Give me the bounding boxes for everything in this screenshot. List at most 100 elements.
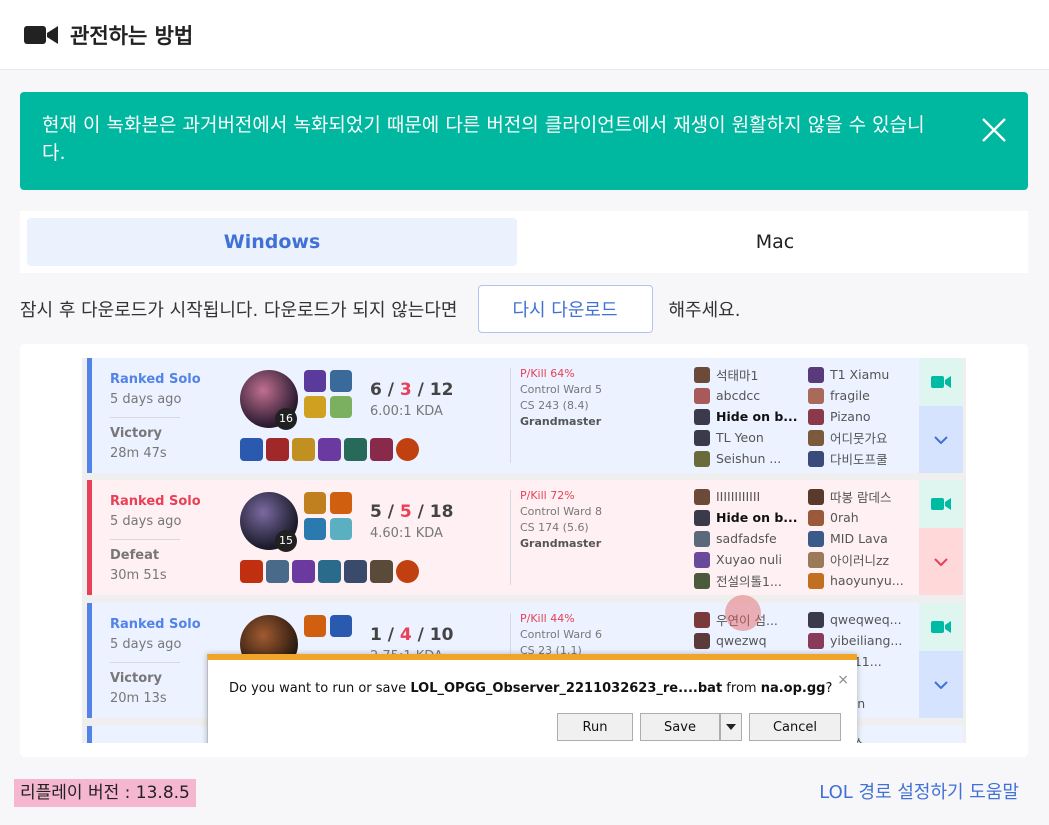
item-icon <box>292 438 315 461</box>
participant: 따봉 람데스 <box>808 486 918 507</box>
dialog-close-icon[interactable]: × <box>837 672 849 688</box>
match-queue: Ranked Solo <box>110 617 201 632</box>
item-icon <box>266 560 289 583</box>
creep-score: CS 243 (8.4) <box>520 399 589 412</box>
kill-participation: P/Kill 44% <box>520 612 575 625</box>
lol-path-help-link[interactable]: LOL 경로 설정하기 도움말 <box>819 779 1019 807</box>
control-wards: Control Ward 8 <box>520 505 602 518</box>
notice-text: 잠시 후 다운로드가 시작됩니다. 다운로드가 되지 않는다면 <box>20 300 458 321</box>
expand-button[interactable] <box>919 406 963 473</box>
guide-screenshot: Ranked Solo 5 days ago Victory 28m 47s 1… <box>82 358 966 743</box>
participant: TL Yeon <box>694 427 804 448</box>
version-warning-alert: 현재 이 녹화본은 과거버전에서 녹화되었기 때문에 다른 버전의 클라이언트에… <box>20 92 1028 190</box>
participant: qweqweq... <box>808 609 918 630</box>
download-prompt-message: Do you want to run or save LOL_OPGG_Obse… <box>229 681 833 696</box>
redownload-button[interactable]: 다시 다운로드 <box>477 285 653 333</box>
tab-mac[interactable]: Mac <box>530 218 1020 266</box>
modal-header: 관전하는 방법 <box>0 0 1049 70</box>
divider <box>110 417 180 418</box>
watch-replay-button[interactable] <box>919 358 963 406</box>
control-wards: Control Ward 5 <box>520 383 602 396</box>
divider <box>510 490 511 585</box>
item-icon <box>292 560 315 583</box>
match-kda: 5 / 5 / 18 <box>370 502 454 522</box>
watch-replay-button[interactable] <box>919 480 963 528</box>
match-ago: 5 days ago <box>110 392 182 407</box>
match-result: Victory <box>110 671 163 686</box>
average-tier: Grandmaster <box>520 415 602 428</box>
item-icon <box>266 438 289 461</box>
download-notice: 잠시 후 다운로드가 시작됩니다. 다운로드가 되지 않는다면 다시 다운로드 … <box>20 285 740 333</box>
spell-icon <box>330 615 352 637</box>
expand-button[interactable] <box>919 528 963 595</box>
item-icon <box>240 560 263 583</box>
match-ago: 5 days ago <box>110 514 182 529</box>
match-row: Ranked Solo 5 days ago Victory 28m 47s 1… <box>87 358 963 473</box>
chevron-down-icon <box>934 680 948 689</box>
average-tier: Grandmaster <box>520 537 602 550</box>
match-queue: Ranked Solo <box>110 372 201 387</box>
item-icon <box>344 560 367 583</box>
match-result: Victory <box>110 426 163 441</box>
participant: 어디뭇가요 <box>808 427 918 448</box>
participant: Xuyao nuli <box>694 549 804 570</box>
item-build <box>240 560 419 584</box>
spell-icon <box>304 370 326 392</box>
participant: 0rah <box>808 507 918 528</box>
cancel-button[interactable]: Cancel <box>749 713 841 741</box>
divider <box>510 368 511 463</box>
video-camera-icon <box>931 498 951 510</box>
spell-icon <box>330 518 352 540</box>
expand-button[interactable] <box>919 651 963 718</box>
run-button[interactable]: Run <box>557 713 633 741</box>
spell-icon <box>304 396 326 418</box>
match-ago: 5 days ago <box>110 637 182 652</box>
spell-icon <box>304 518 326 540</box>
video-camera-icon <box>24 25 58 44</box>
item-icon <box>344 438 367 461</box>
kill-participation: P/Kill 64% <box>520 367 575 380</box>
item-icon <box>370 438 393 461</box>
chevron-down-icon <box>934 557 948 566</box>
guide-preview: Ranked Solo 5 days ago Victory 28m 47s 1… <box>20 344 1028 757</box>
participant: 다비도프쿨 <box>808 448 918 469</box>
item-icon <box>318 560 341 583</box>
click-indicator <box>725 595 761 631</box>
spell-icon <box>304 492 326 514</box>
os-tabs: Windows Mac <box>20 211 1028 273</box>
notice-suffix: 해주세요. <box>668 300 741 321</box>
match-kda: 1 / 4 / 10 <box>370 625 454 645</box>
team-red: T1 Xiamu fragile Pizano 어디뭇가요 다비도프쿨 <box>808 364 918 469</box>
item-icon <box>318 438 341 461</box>
alert-message: 현재 이 녹화본은 과거버전에서 녹화되었기 때문에 다른 버전의 클라이언트에… <box>42 114 925 164</box>
caret-down-icon <box>726 724 736 730</box>
video-camera-icon <box>931 621 951 633</box>
participant: yibeiliang... <box>808 630 918 651</box>
participant: fragile <box>808 385 918 406</box>
participant: abcdcc <box>694 385 804 406</box>
item-icon <box>370 560 393 583</box>
match-result: Defeat <box>110 548 160 563</box>
divider <box>110 662 180 663</box>
spell-icon <box>330 492 352 514</box>
item-icon <box>396 438 419 461</box>
spell-icon <box>330 370 352 392</box>
team-red: 따봉 람데스 0rah MID Lava 아이러니zz haoyunyu... <box>808 486 918 591</box>
save-options-button[interactable] <box>720 713 742 741</box>
match-duration: 30m 51s <box>110 568 167 583</box>
chevron-down-icon <box>934 435 948 444</box>
creep-score: CS 174 (5.6) <box>520 521 589 534</box>
champion-level: 15 <box>275 530 297 552</box>
close-icon[interactable] <box>980 116 1008 144</box>
participant: qwezwq <box>694 630 804 651</box>
team-blue: IIIIIIIIIIII Hide on b... sadfadsfe Xuya… <box>694 486 804 591</box>
participant: 아이러니zz <box>808 549 918 570</box>
save-button[interactable]: Save <box>640 713 720 741</box>
watch-replay-button[interactable] <box>919 603 963 651</box>
match-row: Ranked Solo 5 days ago Defeat 30m 51s 15… <box>87 480 963 595</box>
replay-version: 리플레이 버전 : 13.8.5 <box>14 779 196 807</box>
tab-windows[interactable]: Windows <box>27 218 517 266</box>
participant: Hide on b... <box>694 507 804 528</box>
modal-title: 관전하는 방법 <box>70 23 194 48</box>
match-queue: Ranked Solo <box>110 494 201 509</box>
